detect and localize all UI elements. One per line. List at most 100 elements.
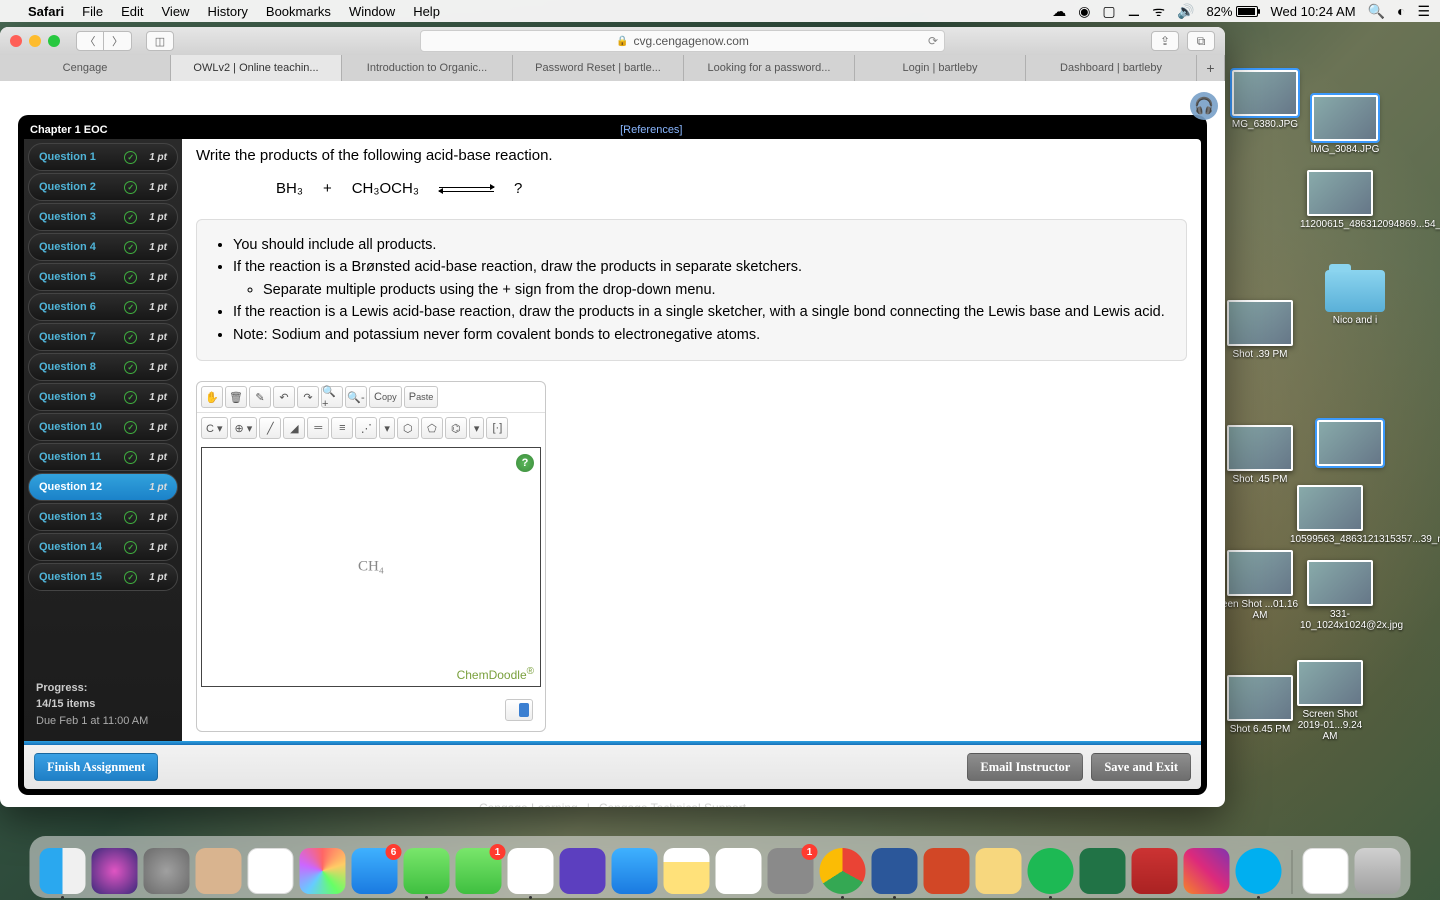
question-item[interactable]: Question 8✓1 pt <box>28 353 178 381</box>
dock-trash-icon[interactable] <box>1355 848 1401 894</box>
dock-contacts-icon[interactable] <box>196 848 242 894</box>
dock-messages-icon[interactable] <box>404 848 450 894</box>
dock-siri-icon[interactable] <box>92 848 138 894</box>
ring-cyclohexane-icon[interactable]: ⬡ <box>397 417 419 439</box>
desktop-file[interactable]: MG_6380.JPG <box>1225 70 1305 130</box>
dock-appstore-icon[interactable]: 6 <box>352 848 398 894</box>
dock-spotify-icon[interactable] <box>1028 848 1074 894</box>
question-item[interactable]: Question 4✓1 pt <box>28 233 178 261</box>
desktop-file[interactable]: 10599563_4863121315357...39_n.jpg <box>1290 485 1370 545</box>
airplay-icon[interactable]: ▢ <box>1102 3 1115 20</box>
desktop-file[interactable]: 331-10_1024x1024@2x.jpg <box>1300 560 1380 631</box>
tool-zoomout-icon[interactable]: 🔍- <box>345 386 367 408</box>
desktop-file[interactable]: 11200615_486312094869...54_n.jpg <box>1300 170 1380 230</box>
next-button[interactable]: Next〉 <box>1130 738 1175 741</box>
desktop-file[interactable]: Nico and i <box>1315 270 1395 326</box>
spotlight-icon[interactable]: 🔍 <box>1368 3 1385 20</box>
question-item[interactable]: Question 5✓1 pt <box>28 263 178 291</box>
bond-double-icon[interactable]: ═ <box>307 417 329 439</box>
dock-document-icon[interactable] <box>1303 848 1349 894</box>
sketcher-help-icon[interactable]: ? <box>516 454 534 472</box>
battery-status[interactable]: 82% <box>1206 4 1258 19</box>
tool-undo-icon[interactable]: ↶ <box>273 386 295 408</box>
question-item[interactable]: Question 7✓1 pt <box>28 323 178 351</box>
headset-hud-icon[interactable]: 🎧 <box>1190 92 1218 120</box>
window-zoom-button[interactable] <box>48 35 60 47</box>
dock-mail-icon[interactable] <box>612 848 658 894</box>
browser-tab[interactable]: OWLv2 | Online teachin... <box>171 55 342 81</box>
question-item[interactable]: Question 14✓1 pt <box>28 533 178 561</box>
bond-wedge-icon[interactable]: ◢ <box>283 417 305 439</box>
charge-picker-button[interactable]: ⊕ ▾ <box>230 417 258 439</box>
question-item[interactable]: Question 15✓1 pt <box>28 563 178 591</box>
notification-center-icon[interactable]: ☰ <box>1417 3 1430 20</box>
reload-icon[interactable]: ⟳ <box>928 34 938 48</box>
siri-icon[interactable]: ◐ <box>1397 3 1405 19</box>
previous-button[interactable]: 〈Previous <box>1038 738 1107 741</box>
question-item[interactable]: Question 13✓1 pt <box>28 503 178 531</box>
desktop-file[interactable]: IMG_3084.JPG <box>1305 95 1385 155</box>
question-item[interactable]: Question 6✓1 pt <box>28 293 178 321</box>
menu-help[interactable]: Help <box>413 4 440 19</box>
browser-tab[interactable]: Login | bartleby <box>855 55 1026 81</box>
ring-cyclopentane-icon[interactable]: ⬠ <box>421 417 443 439</box>
bond-dash-icon[interactable]: ⋰ <box>355 417 377 439</box>
dock-reminders-icon[interactable] <box>248 848 294 894</box>
ring-more-button[interactable]: ▾ <box>469 417 485 439</box>
ring-benzene-icon[interactable]: ⌬ <box>445 417 467 439</box>
footer-link-1[interactable]: Cengage Learning <box>479 801 578 807</box>
dock-finder-icon[interactable] <box>40 848 86 894</box>
new-tab-button[interactable]: + <box>1197 55 1225 81</box>
save-and-exit-button[interactable]: Save and Exit <box>1091 753 1191 781</box>
desktop-file[interactable] <box>1310 420 1390 469</box>
question-item[interactable]: Question 121 pt <box>28 473 178 501</box>
app-name[interactable]: Safari <box>28 4 64 19</box>
browser-tab[interactable]: Looking for a password... <box>684 55 855 81</box>
browser-tab[interactable]: Password Reset | bartle... <box>513 55 684 81</box>
tool-delete-icon[interactable]: 🗑 <box>225 386 247 408</box>
menu-history[interactable]: History <box>207 4 247 19</box>
desktop-file[interactable]: Screen Shot 2019-01...9.24 AM <box>1290 660 1370 742</box>
dock-dictionary-icon[interactable] <box>1132 848 1178 894</box>
dock-word-icon[interactable] <box>872 848 918 894</box>
dock-itunes-icon[interactable] <box>716 848 762 894</box>
camera-icon[interactable]: ◉ <box>1078 3 1090 20</box>
menu-bookmarks[interactable]: Bookmarks <box>266 4 331 19</box>
dock-notes-icon[interactable] <box>664 848 710 894</box>
dock-launchpad-icon[interactable] <box>144 848 190 894</box>
sidebar-toggle-button[interactable]: ◫ <box>146 31 174 51</box>
tool-redo-icon[interactable]: ↷ <box>297 386 319 408</box>
tool-zoomin-icon[interactable]: 🔍+ <box>321 386 343 408</box>
tool-hand-icon[interactable]: ✋ <box>201 386 223 408</box>
dock-safari-icon[interactable] <box>508 848 554 894</box>
menu-window[interactable]: Window <box>349 4 395 19</box>
dock-photos-icon[interactable] <box>300 848 346 894</box>
desktop-file[interactable]: Shot 6.45 PM <box>1220 675 1300 735</box>
browser-tab[interactable]: Introduction to Organic... <box>342 55 513 81</box>
question-item[interactable]: Question 1✓1 pt <box>28 143 178 171</box>
dock-instagram-icon[interactable] <box>1184 848 1230 894</box>
desktop-file[interactable]: een Shot ...01.16 AM <box>1220 550 1300 621</box>
menu-edit[interactable]: Edit <box>121 4 143 19</box>
element-picker-button[interactable]: C ▾ <box>201 417 228 439</box>
window-close-button[interactable] <box>10 35 22 47</box>
canvas-molecule[interactable]: CH₄ <box>358 559 384 576</box>
tool-erase-icon[interactable]: ✎ <box>249 386 271 408</box>
tool-copy-button[interactable]: Copy <box>369 386 402 408</box>
nav-forward-button[interactable]: 〉 <box>104 31 132 51</box>
browser-tab[interactable]: Dashboard | bartleby <box>1026 55 1197 81</box>
address-bar[interactable]: 🔒 cvg.cengagenow.com ⟳ <box>420 30 945 52</box>
tabs-button[interactable]: ⧉ <box>1187 31 1215 51</box>
volume-icon[interactable]: 🔊 <box>1177 3 1194 20</box>
question-item[interactable]: Question 2✓1 pt <box>28 173 178 201</box>
desktop-file[interactable]: Shot .39 PM <box>1220 300 1300 360</box>
bond-triple-icon[interactable]: ≡ <box>331 417 353 439</box>
dock-stickies-icon[interactable] <box>976 848 1022 894</box>
wifi-icon[interactable]: ⚊ <box>1128 3 1141 20</box>
window-minimize-button[interactable] <box>29 35 41 47</box>
dock-powerpoint-icon[interactable] <box>924 848 970 894</box>
menu-file[interactable]: File <box>82 4 103 19</box>
question-item[interactable]: Question 11✓1 pt <box>28 443 178 471</box>
bond-more-button[interactable]: ▾ <box>379 417 395 439</box>
bond-single-icon[interactable]: ╱ <box>259 417 281 439</box>
